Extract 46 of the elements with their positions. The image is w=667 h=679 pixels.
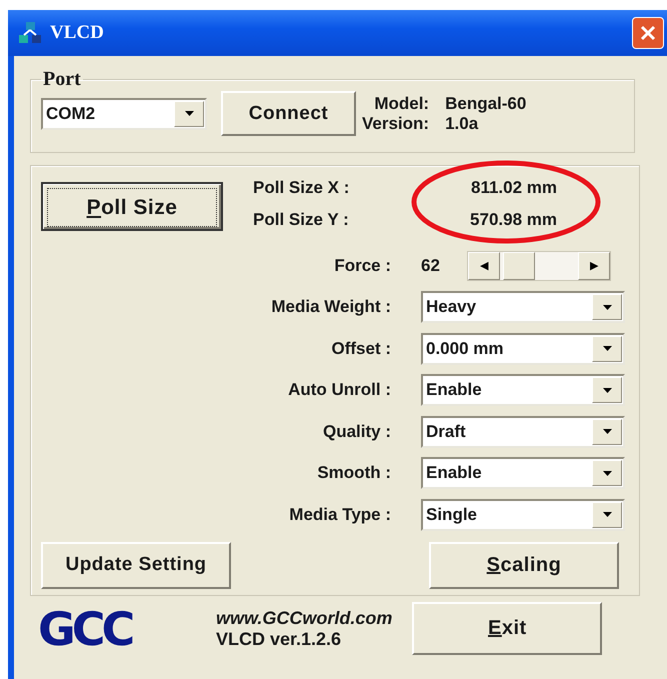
setting-label: Smooth :: [317, 463, 391, 484]
force-label: Force :: [334, 256, 391, 276]
scaling-button[interactable]: Scaling: [429, 542, 619, 588]
increase-button[interactable]: ▶: [578, 252, 610, 280]
exit-button[interactable]: Exit: [412, 602, 602, 655]
slider-thumb[interactable]: [503, 252, 536, 280]
poll-size-x-label: Poll Size X :: [253, 178, 350, 198]
setting-dropdown[interactable]: Enable: [421, 374, 625, 406]
dropdown-arrow-icon: [602, 429, 612, 434]
close-button[interactable]: [632, 17, 664, 49]
setting-label: Quality :: [322, 422, 391, 442]
poll-size-button[interactable]: Poll Size: [41, 182, 223, 231]
model-value: Bengal-60: [445, 94, 526, 114]
setting-label: Media Weight :: [271, 297, 391, 318]
setting-dropdown[interactable]: Single: [421, 498, 625, 531]
dropdown-arrow-icon: [602, 512, 612, 518]
setting-label: Offset :: [332, 338, 391, 359]
close-icon: [639, 24, 657, 42]
poll-size-y-value: 570.98 mm: [469, 210, 558, 230]
dropdown-arrow-icon: [602, 304, 612, 310]
poll-size-x-value: 811.02 mm: [470, 178, 558, 198]
version-text: VLCD ver.1.2.6: [216, 628, 342, 650]
logo: GCC: [38, 602, 133, 656]
setting-dropdown[interactable]: Heavy: [421, 291, 625, 324]
dropdown-arrow-icon: [602, 470, 612, 476]
poll-size-y-label: Poll Size Y :: [253, 210, 350, 230]
version-label: Version:: [362, 114, 430, 134]
setting-dropdown[interactable]: 0.000 mm: [421, 332, 625, 365]
setting-dropdown[interactable]: Draft: [421, 416, 625, 448]
dropdown-arrow-icon: [602, 346, 612, 352]
website-text: www.GCCworld.com: [216, 608, 392, 628]
version-value: 1.0a: [445, 114, 480, 134]
decrease-button[interactable]: ◀: [468, 252, 500, 280]
port-dropdown[interactable]: COM2: [41, 98, 207, 130]
force-value: 62: [421, 256, 441, 276]
group-title: Port: [42, 68, 82, 91]
update-setting-button[interactable]: Update Setting: [41, 542, 231, 588]
dropdown-arrow-icon: [602, 388, 612, 393]
window-title: VLCD: [50, 22, 104, 44]
setting-label: Media Type :: [289, 504, 391, 525]
setting-label: Auto Unroll :: [288, 380, 391, 400]
dropdown-arrow-icon: [184, 111, 194, 116]
model-label: Model:: [373, 94, 430, 114]
network-icon: [18, 21, 42, 45]
connect-button[interactable]: Connect: [221, 91, 356, 136]
setting-dropdown[interactable]: Enable: [421, 457, 625, 490]
